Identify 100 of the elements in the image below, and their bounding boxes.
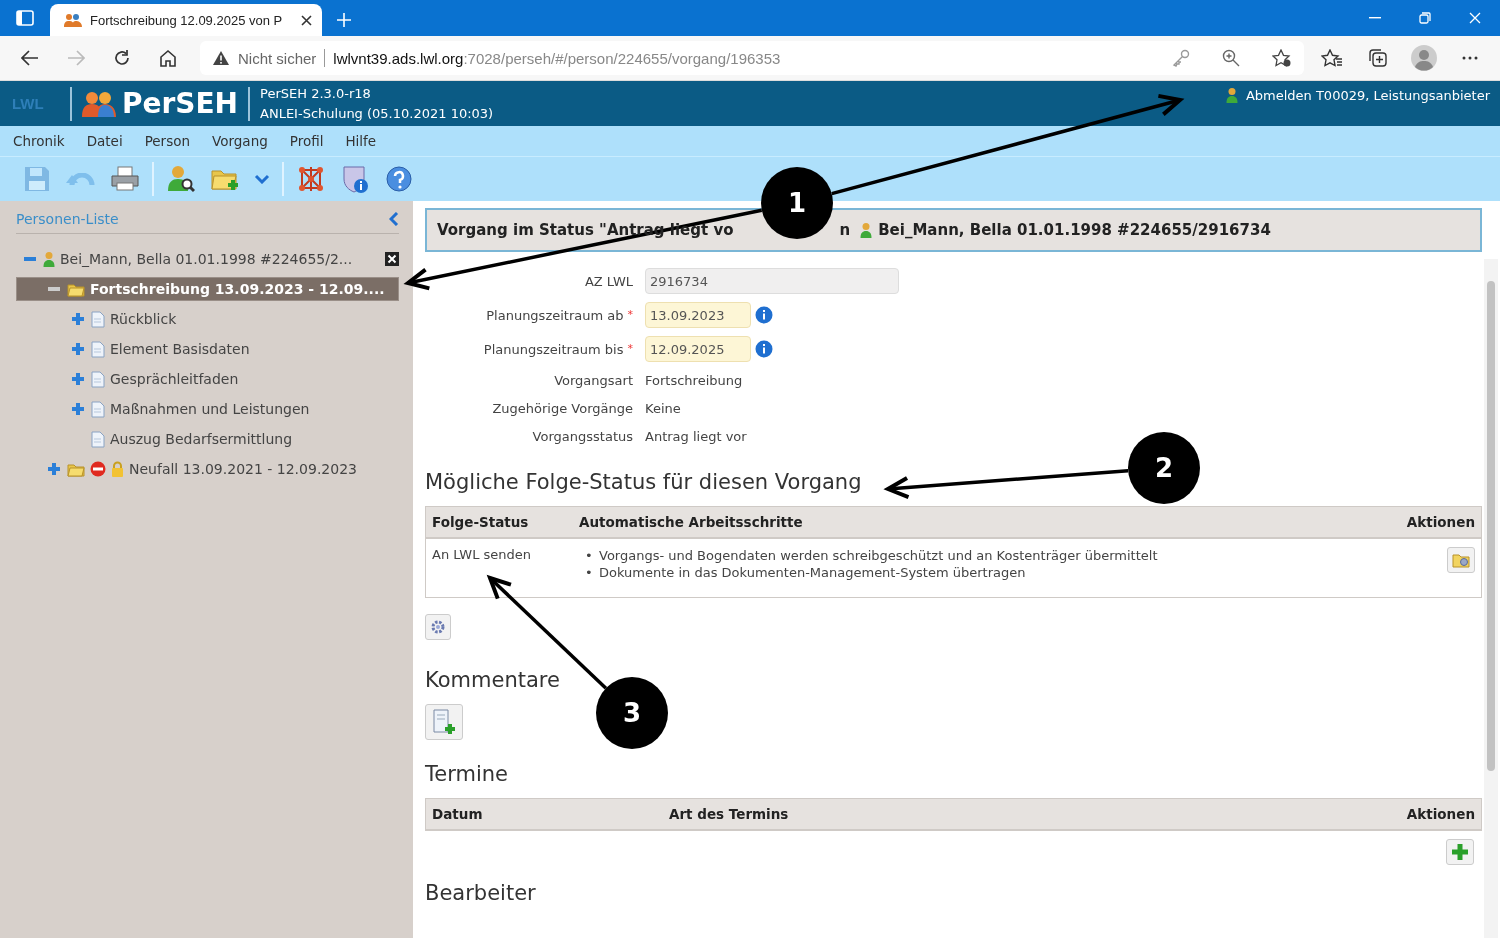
restore-icon[interactable]: [1419, 12, 1431, 24]
collapse-sidebar-icon[interactable]: [389, 212, 399, 226]
security-label[interactable]: Nicht sicher: [238, 49, 317, 67]
person-text: Bei_Mann, Bella 01.01.1998 #224655/2916734: [878, 221, 1271, 239]
save-icon: [23, 165, 51, 193]
section-heading: Kommentare: [425, 668, 560, 692]
tree-item[interactable]: Maßnahmen und Leistungen: [16, 394, 399, 424]
field-label: Zugehörige Vorgänge: [492, 400, 633, 416]
callout-badge: 3: [596, 677, 668, 749]
product-name: PerSEH: [122, 87, 239, 120]
field-label: Vorgangsart: [554, 372, 633, 388]
tree-item[interactable]: Rückblick: [16, 304, 399, 334]
add-appointment-button[interactable]: [1446, 839, 1474, 865]
sidebar-title: Personen-Liste: [16, 211, 119, 227]
status-history-button[interactable]: [425, 614, 451, 640]
expand-icon[interactable]: [70, 313, 86, 325]
document-icon: [91, 340, 105, 358]
favorites-icon[interactable]: [1321, 49, 1343, 67]
date-field[interactable]: 13.09.2023: [645, 302, 751, 328]
expand-icon[interactable]: [70, 373, 86, 385]
column-header: Aktionen: [1372, 506, 1482, 538]
back-icon[interactable]: [21, 50, 39, 66]
table-cell: An LWL senden: [425, 538, 573, 598]
plus-icon: [1452, 844, 1468, 860]
column-header: Folge-Status: [425, 506, 573, 538]
expand-icon[interactable]: [70, 343, 86, 355]
callout-badge: 2: [1128, 432, 1200, 504]
person-icon: [860, 221, 873, 239]
document-icon: [91, 400, 105, 418]
expand-icon[interactable]: [46, 463, 62, 475]
tab-actions-icon[interactable]: [16, 10, 34, 26]
new-tab-icon[interactable]: [336, 12, 352, 28]
document-icon: [91, 370, 105, 388]
close-icon[interactable]: [301, 14, 312, 26]
add-document-icon: [432, 708, 456, 736]
section-heading: Termine: [425, 762, 508, 786]
printer-icon: [110, 166, 140, 192]
collapse-icon[interactable]: [46, 287, 62, 291]
zoom-icon[interactable]: [1222, 49, 1240, 67]
menu-item[interactable]: Profil: [280, 133, 333, 149]
bullet: •: [585, 564, 591, 581]
gear-icon: [430, 619, 446, 635]
folder-gear-icon: [1452, 552, 1470, 568]
field-label: Planungszeitraum ab: [486, 307, 624, 323]
tree-item[interactable]: Gesprächleitfaden: [16, 364, 399, 394]
tree-item[interactable]: Auszug Bedarfsermittlung: [16, 424, 399, 454]
caret-icon: [254, 174, 270, 184]
add-comment-button[interactable]: [425, 704, 463, 740]
home-icon[interactable]: [159, 49, 177, 67]
field-value: Fortschreibung: [645, 372, 743, 388]
folder-icon: [67, 461, 85, 477]
scrollbar[interactable]: [1484, 259, 1498, 938]
column-header: Art des Termins: [663, 798, 1171, 830]
collapse-icon[interactable]: [22, 257, 38, 261]
session-text: ANLEI-Schulung (05.10.2021 10:03): [260, 104, 494, 123]
date-field[interactable]: 12.09.2025: [645, 336, 751, 362]
step-text: Vorgangs- und Bogendaten werden schreibgeschützt und an Kostenträger übermittelt: [599, 547, 1158, 564]
section-heading: Mögliche Folge-Status für diesen Vorgang: [425, 470, 862, 494]
person-search-icon: [167, 165, 195, 193]
required-mark: *: [627, 307, 633, 321]
collections-icon[interactable]: [1368, 48, 1388, 68]
shield-info-icon: [341, 164, 369, 194]
info-icon[interactable]: [755, 306, 773, 324]
menu-item[interactable]: Person: [135, 133, 200, 149]
section-heading: Bearbeiter: [425, 881, 536, 905]
version-text: PerSEH 2.3.0-r18: [260, 84, 372, 103]
browser-tab[interactable]: Fortschreibung 12.09.2025 von P: [50, 4, 322, 36]
input-field[interactable]: 2916734: [645, 268, 899, 294]
status-text: n: [839, 221, 851, 239]
step-text: Dokumente in das Dokumenten-Management-System übertragen: [599, 564, 1026, 581]
logout-link[interactable]: Abmelden T00029, Leistungsanbieter: [1245, 88, 1490, 103]
person-icon: [43, 250, 55, 268]
execute-button[interactable]: [1447, 547, 1475, 573]
refresh-icon[interactable]: [113, 49, 131, 67]
add-favorite-icon[interactable]: [1272, 49, 1292, 67]
tree-item[interactable]: Neufall 13.09.2021 - 12.09.2023: [16, 454, 399, 484]
help-icon: [385, 165, 413, 193]
more-icon[interactable]: [1462, 56, 1478, 60]
close-icon[interactable]: [385, 252, 399, 266]
field-label: Planungszeitraum bis: [483, 341, 624, 357]
field-label: Vorgangsstatus: [532, 428, 633, 444]
tree-item[interactable]: Fortschreibung 13.09.2023 - 12.09....: [16, 277, 399, 301]
menu-item[interactable]: Vorgang: [203, 133, 277, 149]
key-icon[interactable]: [1172, 49, 1190, 67]
menu-item[interactable]: Datei: [77, 133, 132, 149]
expand-icon[interactable]: [70, 403, 86, 415]
people-icon: [64, 13, 82, 27]
profile-icon[interactable]: [1411, 45, 1437, 71]
menu-item[interactable]: Chronik: [4, 133, 74, 149]
address-field[interactable]: Nicht sicher lwlvnt39.ads.lwl.org:7028/perseh/#/person/224655/vorgang/196353: [200, 41, 1304, 75]
bullet: •: [585, 547, 591, 564]
tree-item[interactable]: Bei_Mann, Bella 01.01.1998 #224655/2...: [16, 244, 399, 274]
undo-icon: [66, 172, 96, 186]
document-icon: [91, 430, 105, 448]
info-icon[interactable]: [755, 340, 773, 358]
menu-item[interactable]: Hilfe: [336, 133, 386, 149]
minimize-icon[interactable]: [1369, 17, 1381, 19]
tree-item[interactable]: Element Basisdaten: [16, 334, 399, 364]
status-text: Vorgang im Status "Antrag liegt vo: [437, 221, 734, 239]
field-value: Antrag liegt vor: [645, 428, 747, 444]
